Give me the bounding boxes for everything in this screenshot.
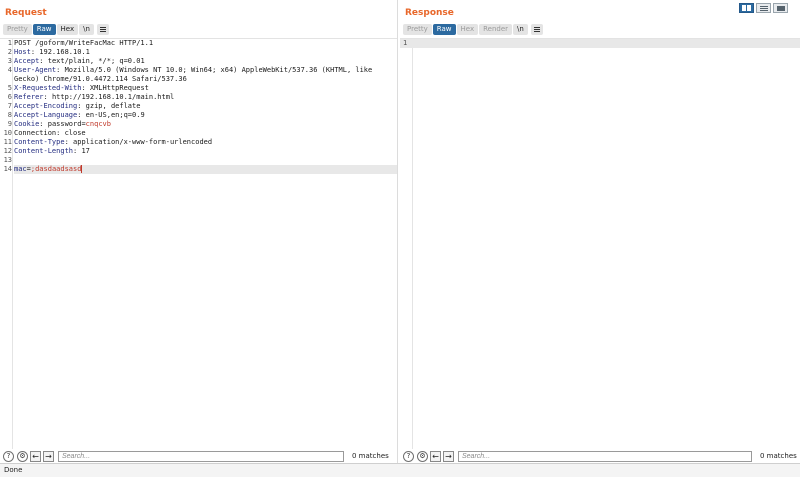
request-line: 13 (3, 156, 12, 164)
menu-icon[interactable] (530, 24, 543, 35)
request-title: Request (5, 8, 47, 18)
tab-render[interactable]: Render (479, 24, 513, 35)
response-line: 1 (400, 39, 800, 48)
tab-raw[interactable]: Raw (32, 24, 56, 35)
request-editor[interactable]: 1 POST /goform/WriteFacMac HTTP/1.1 2 Host… (0, 38, 398, 449)
request-line-wrap: Gecko) Chrome/91.0.4472.114 Safari/537.3… (14, 75, 187, 83)
request-search-bar: ? ⚙ ← → Search... 0 matches (0, 449, 398, 463)
request-line: 5 X-Requested-With: XMLHttpRequest (7, 84, 149, 92)
back-arrow-icon[interactable]: ← (430, 450, 441, 462)
status-text: Done (4, 466, 23, 474)
layout-stacked-icon[interactable] (756, 3, 771, 13)
tab-hex[interactable]: Hex (56, 24, 79, 35)
status-bar: Done (0, 463, 800, 477)
request-line: 4 User-Agent: Mozilla/5.0 (Windows NT 10.… (7, 66, 373, 74)
response-panel: Response Pretty Raw Hex Render \n 1 ? ⚙ … (400, 0, 800, 463)
response-search-input[interactable]: Search... (458, 450, 752, 462)
tab-newline-toggle[interactable]: \n (513, 24, 528, 35)
response-tabs: Pretty Raw Hex Render \n (403, 24, 543, 35)
tab-pretty[interactable]: Pretty (403, 24, 432, 35)
layout-tabs-icon[interactable] (773, 3, 788, 13)
request-line: 11 Content-Type: application/x-www-form-u… (3, 138, 213, 146)
help-icon[interactable]: ? (403, 450, 414, 462)
settings-gear-icon[interactable]: ⚙ (17, 450, 28, 462)
request-line: 6 Referer: http://192.168.10.1/main.html (7, 93, 175, 101)
response-title: Response (405, 8, 454, 18)
request-body-line[interactable]: 14 mac=;dasdaadsasd (4, 165, 398, 174)
menu-icon[interactable] (96, 24, 109, 35)
response-search-bar: ? ⚙ ← → Search... 0 matches (400, 449, 800, 463)
forward-arrow-icon[interactable]: → (43, 450, 54, 462)
response-match-count: 0 matches (760, 452, 797, 460)
repeater-window: Request Pretty Raw Hex \n 1 POST /goform/… (0, 0, 800, 477)
forward-arrow-icon[interactable]: → (443, 450, 454, 462)
request-line: 9 Cookie: password=cnqcvb (7, 120, 111, 128)
request-line: 7 Accept-Encoding: gzip, deflate (7, 102, 141, 110)
request-line: 10 Connection: close (3, 129, 86, 137)
tab-pretty[interactable]: Pretty (3, 24, 32, 35)
back-arrow-icon[interactable]: ← (30, 450, 41, 462)
line-gutter (400, 39, 413, 449)
text-caret (81, 165, 83, 173)
request-line: 8 Accept-Language: en-US,en;q=0.9 (7, 111, 145, 119)
request-line: 12 Content-Length: 17 (3, 147, 90, 155)
request-line: 1 POST /goform/WriteFacMac HTTP/1.1 (7, 39, 154, 47)
tab-newline-toggle[interactable]: \n (79, 24, 94, 35)
help-icon[interactable]: ? (3, 450, 14, 462)
settings-gear-icon[interactable]: ⚙ (417, 450, 428, 462)
request-panel: Request Pretty Raw Hex \n 1 POST /goform/… (0, 0, 398, 463)
layout-toggle (737, 3, 788, 13)
layout-side-by-side-icon[interactable] (739, 3, 754, 13)
request-code[interactable]: 1 POST /goform/WriteFacMac HTTP/1.1 2 Host… (3, 39, 398, 174)
response-editor[interactable]: 1 (400, 38, 800, 449)
request-search-input[interactable]: Search... (58, 450, 344, 462)
request-line: 3 Accept: text/plain, */*; q=0.01 (7, 57, 145, 65)
request-tabs: Pretty Raw Hex \n (3, 24, 109, 35)
tab-hex[interactable]: Hex (456, 24, 479, 35)
request-match-count: 0 matches (352, 452, 389, 460)
tab-raw[interactable]: Raw (432, 24, 456, 35)
request-line: 2 Host: 192.168.10.1 (7, 48, 90, 56)
